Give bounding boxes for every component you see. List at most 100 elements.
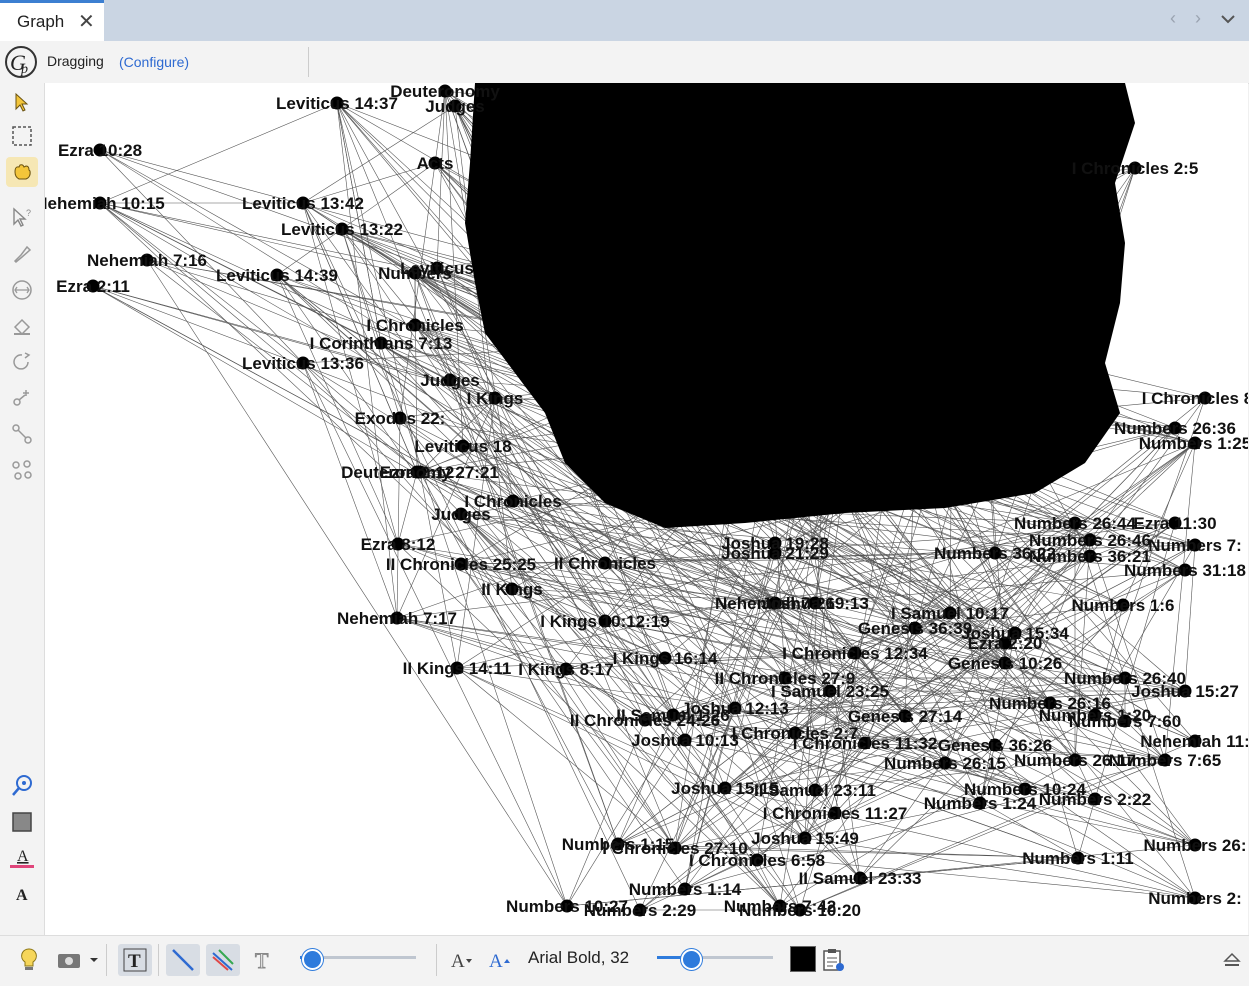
node-scale-knob[interactable] xyxy=(301,949,323,970)
sizer-tool[interactable] xyxy=(6,275,38,305)
background-color-tool[interactable] xyxy=(6,807,38,837)
painter-tool[interactable] xyxy=(6,239,38,269)
node-label: II Chronicles xyxy=(554,554,656,573)
graph-edge xyxy=(456,667,806,839)
rectangle-select-tool[interactable] xyxy=(6,121,38,151)
tab-graph[interactable]: Graph ✕ xyxy=(0,0,104,41)
edge-color-toggle[interactable] xyxy=(206,944,240,976)
show-edges-toggle[interactable] xyxy=(166,944,200,976)
svg-text:p: p xyxy=(20,62,28,77)
configure-link[interactable]: (Configure) xyxy=(119,54,189,70)
node-label: Numbers 7: xyxy=(1148,536,1242,555)
add-node-tool[interactable] xyxy=(6,383,38,413)
node-label: Leviticus 14:39 xyxy=(216,266,338,285)
add-node-icon xyxy=(13,390,29,406)
chevron-left-icon[interactable]: ‹ xyxy=(1170,8,1176,29)
edge-icon xyxy=(172,949,194,971)
node-label: I Kings xyxy=(467,389,524,408)
node-label: Numbers 26:36 xyxy=(1114,419,1236,438)
bucket-icon xyxy=(13,318,31,336)
chevron-right-icon[interactable]: › xyxy=(1195,8,1201,29)
mode-label: Dragging xyxy=(47,53,104,69)
font-icon: A xyxy=(16,887,28,904)
rectangle-select-icon xyxy=(12,126,32,146)
background-color-icon xyxy=(12,812,32,832)
svg-text:A: A xyxy=(489,951,503,971)
node-label: Numbers 36:22 xyxy=(934,544,1056,563)
node-label: I Kings 10:12:19 xyxy=(540,612,669,631)
node-label: Exodus 22: xyxy=(355,409,446,428)
label-color-tool[interactable]: A xyxy=(6,843,38,873)
node-label: Ezra 8:12 xyxy=(361,535,436,554)
node-label: I Chronicles 12:34 xyxy=(782,644,928,663)
node-label: Numbers 2:22 xyxy=(1039,790,1151,809)
node-label: Leviticus 14:37 xyxy=(276,94,398,113)
edge-color-icon xyxy=(212,949,234,971)
font-decrease-icon: A xyxy=(451,951,472,971)
brush-icon xyxy=(13,245,32,264)
label-font-tool[interactable]: A xyxy=(6,879,38,909)
chevron-down-icon[interactable] xyxy=(1220,13,1236,25)
toolbar-divider xyxy=(158,944,159,976)
close-icon[interactable]: ✕ xyxy=(78,9,95,34)
svg-text:T: T xyxy=(128,951,141,972)
shortest-path-icon xyxy=(12,460,32,480)
rotate-tool[interactable] xyxy=(6,347,38,377)
collapse-toolbar-button[interactable] xyxy=(1220,944,1244,976)
node-label: I Corinthians 7:13 xyxy=(310,334,453,353)
svg-text:?: ? xyxy=(26,208,31,218)
node-label: Ezra 11:30 xyxy=(1133,514,1216,533)
node-label: II Kings 14:11 xyxy=(403,659,512,678)
node-label: Judges xyxy=(431,505,491,524)
decrease-font-button[interactable]: A xyxy=(446,944,476,976)
eject-icon xyxy=(1223,952,1241,966)
hint-button[interactable] xyxy=(14,944,44,976)
svg-text:A: A xyxy=(16,887,28,904)
node-label: Nehemiah 7:17 xyxy=(337,609,457,628)
add-edge-tool[interactable] xyxy=(6,419,38,449)
graph-edge xyxy=(804,837,1196,899)
direct-select-tool[interactable]: ? xyxy=(6,203,38,233)
node-label: Genesis 10:26 xyxy=(948,654,1062,673)
label-attributes-button[interactable] xyxy=(818,944,848,976)
toolbar-divider xyxy=(436,944,437,976)
add-edge-icon xyxy=(12,424,32,444)
svg-text:T: T xyxy=(255,948,269,973)
node-label: I Samuel 10:17 xyxy=(891,604,1009,623)
increase-font-button[interactable]: A xyxy=(484,944,514,976)
node-label: Nehemiah 10:15 xyxy=(45,194,165,213)
node-label: Leviticus 13:22 xyxy=(281,220,403,239)
graph-edge xyxy=(674,542,776,849)
tab-bar: Graph ✕ ‹ › xyxy=(0,0,1249,41)
node-label: Ezra 10:28 xyxy=(58,141,142,160)
font-label[interactable]: Arial Bold, 32 xyxy=(528,948,629,968)
node-label: I Chronicles 6:58 xyxy=(689,851,825,870)
node-label: Genesis 27:14 xyxy=(848,707,963,726)
screenshot-button[interactable] xyxy=(54,944,100,976)
node-scale-slider[interactable] xyxy=(300,949,416,970)
label-scale-knob[interactable] xyxy=(680,949,702,970)
node-label: Judges xyxy=(420,371,480,390)
node-label: Numbers 2: xyxy=(1148,889,1242,908)
node-label: Leviticus 13:36 xyxy=(242,354,364,373)
label-size-mode-button[interactable]: T xyxy=(246,944,280,976)
label-color-swatch[interactable] xyxy=(790,946,816,972)
drag-tool[interactable] xyxy=(6,157,38,187)
select-tool[interactable] xyxy=(6,87,38,117)
node-label: II Samuel 23:33 xyxy=(799,869,922,888)
center-graph-tool[interactable] xyxy=(6,771,38,801)
bucket-tool[interactable] xyxy=(6,311,38,341)
node-label: Ezra 2:11 xyxy=(56,277,130,296)
show-labels-toggle[interactable]: T xyxy=(118,944,152,976)
node-label: Deuteronomy 27:21 xyxy=(341,463,499,482)
node-label: Joshua 15:49 xyxy=(751,829,859,848)
node-label: Joshua 15:27 xyxy=(1131,682,1239,701)
graph-canvas[interactable]: Deuteronomy Judges Leviticus 14:37 Ezra 10:… xyxy=(45,83,1248,935)
node-label: Joshua 10:13 xyxy=(631,731,739,750)
toolbar-divider xyxy=(308,47,309,77)
label-scale-slider[interactable] xyxy=(657,949,773,970)
shortest-path-tool[interactable] xyxy=(6,455,38,485)
node-label: Numbers 2:29 xyxy=(584,901,696,920)
resize-icon xyxy=(12,280,32,300)
graph-visualization[interactable]: DeuteronomyJudgesLeviticus 14:37Ezra 10:… xyxy=(45,83,1248,935)
